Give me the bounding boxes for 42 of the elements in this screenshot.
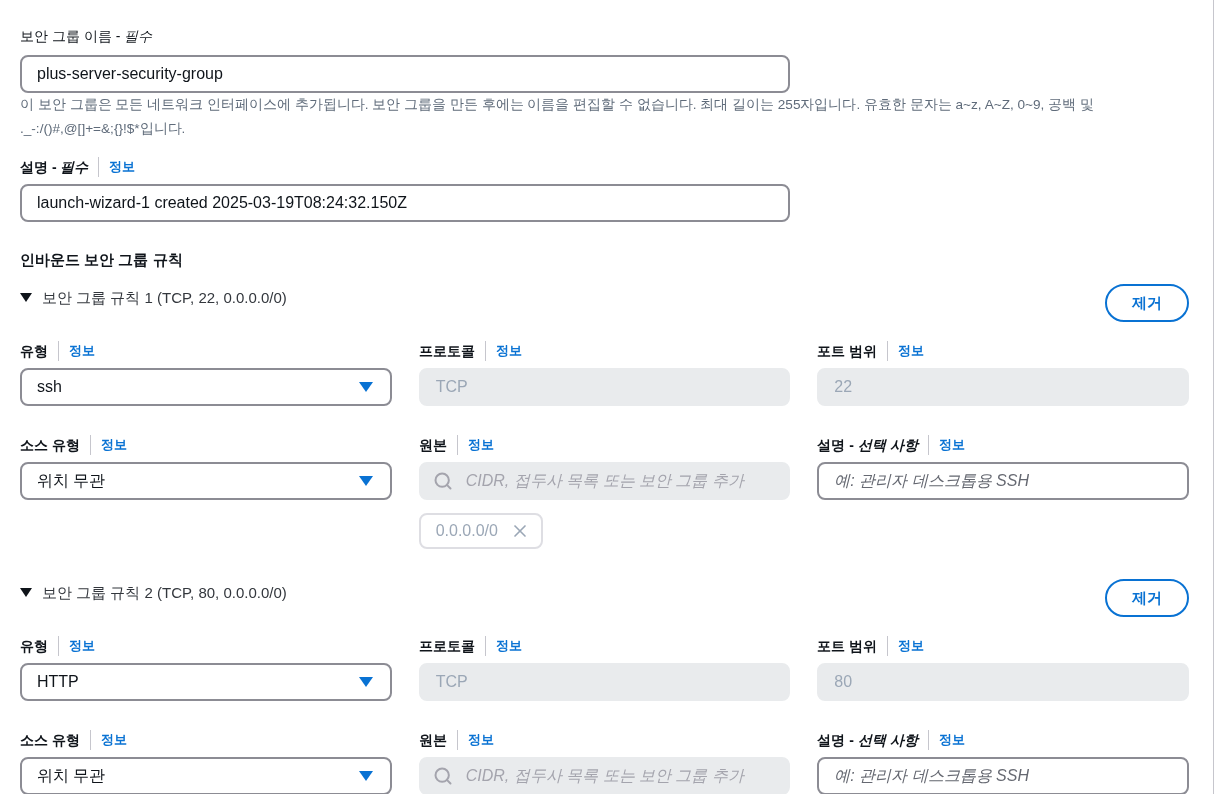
remove-button[interactable]: 제거 bbox=[1105, 284, 1189, 322]
select-dropdown[interactable]: ssh bbox=[20, 368, 392, 406]
input-field[interactable]: plus-server-security-group bbox=[20, 55, 790, 93]
field-label: 설명 - 필수 bbox=[20, 158, 89, 177]
field-label: 설명 - 선택 사항 bbox=[817, 731, 918, 750]
select-dropdown[interactable]: 위치 무관 bbox=[20, 757, 392, 794]
help-text: 이 보안 그룹은 모든 네트워크 인터페이스에 추가됩니다. 보안 그룹을 만든 후에는 이름을 편집할 수 없습니다. 최대 길이는 255자입니다. 유효한 문자는 a~z, A~Z, 0~9, 공백 및 ._-:/()#,@[]+=&;{}!$*입니다. bbox=[20, 96, 1095, 138]
field-label: 프로토콜 bbox=[418, 342, 475, 361]
token-label: 0.0.0.0/0 bbox=[435, 521, 498, 541]
search-icon bbox=[432, 471, 453, 491]
info-link[interactable]: 정보 bbox=[100, 435, 127, 455]
input-field[interactable]: 예: 관리자 데스크톱용 SSH bbox=[817, 462, 1189, 500]
select-dropdown[interactable]: 위치 무관 bbox=[20, 462, 392, 500]
caret-down-icon bbox=[358, 476, 373, 486]
info-link[interactable]: 정보 bbox=[69, 341, 95, 361]
field-label: 소스 유형 bbox=[20, 731, 80, 750]
field-label: 포트 범위 bbox=[817, 342, 878, 361]
search-icon bbox=[432, 766, 453, 786]
input-field[interactable]: 예: 관리자 데스크톱용 SSH bbox=[817, 757, 1189, 794]
section-title: 인바운드 보안 그룹 규칙 bbox=[20, 250, 184, 270]
field-label: 유형 bbox=[20, 342, 48, 361]
rule-toggle[interactable]: 보안 그룹 규칙 1 (TCP, 22, 0.0.0.0/0) bbox=[20, 288, 287, 308]
select-dropdown[interactable]: HTTP bbox=[20, 663, 392, 701]
info-link[interactable]: 정보 bbox=[938, 730, 965, 750]
info-link[interactable]: 정보 bbox=[109, 157, 136, 177]
field-label: 유형 bbox=[20, 637, 48, 656]
info-link[interactable]: 정보 bbox=[69, 636, 95, 656]
field-label: 원본 bbox=[418, 731, 447, 750]
info-link[interactable]: 정보 bbox=[100, 730, 127, 750]
field-label: 원본 bbox=[418, 436, 447, 455]
caret-down-icon bbox=[358, 771, 373, 781]
remove-button[interactable]: 제거 bbox=[1105, 579, 1189, 617]
input-field[interactable]: launch-wizard-1 created 2025-03-19T08:24:32.150Z bbox=[20, 184, 790, 222]
field-label: 프로토콜 bbox=[418, 637, 475, 656]
field-label: 포트 범위 bbox=[817, 637, 878, 656]
info-link[interactable]: 정보 bbox=[938, 435, 965, 455]
rule-toggle[interactable]: 보안 그룹 규칙 2 (TCP, 80, 0.0.0.0/0) bbox=[20, 583, 287, 603]
field-label: 설명 - 선택 사항 bbox=[817, 436, 918, 455]
caret-down-icon bbox=[358, 382, 373, 392]
field-label: 보안 그룹 이름 - 필수 bbox=[20, 27, 153, 46]
field-label: 소스 유형 bbox=[20, 436, 80, 455]
caret-down-icon bbox=[358, 677, 373, 687]
